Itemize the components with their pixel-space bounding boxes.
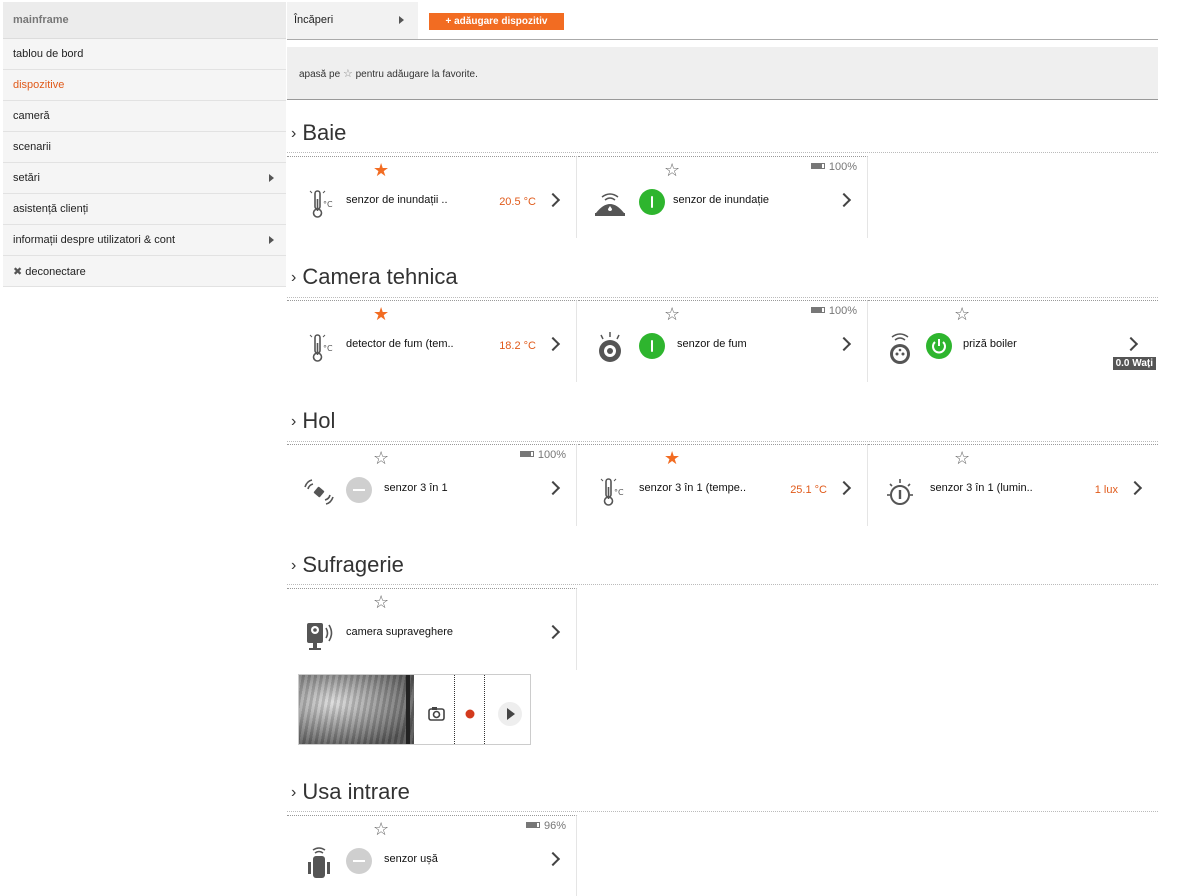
- room-title[interactable]: › Usa intrare: [291, 779, 410, 807]
- play-icon: [498, 702, 522, 726]
- device-card[interactable]: ☆ senzor 3 în 1 (lumin.. 1 lux: [868, 444, 1158, 526]
- room-title[interactable]: › Camera tehnica: [291, 264, 458, 292]
- star-outline-icon: ☆: [342, 68, 353, 80]
- camera-thumbnail[interactable]: [299, 675, 414, 744]
- top-bar: Încăperi + adăugare dispozitiv: [287, 2, 1158, 40]
- chevron-right-icon[interactable]: [545, 851, 561, 867]
- device-card[interactable]: ☆ priză boiler 0.0 Wați: [868, 300, 1158, 382]
- divider: [287, 441, 1158, 442]
- device-card[interactable]: ☆ 100% senzor de inundație: [578, 156, 868, 238]
- star-outline-icon[interactable]: ☆: [954, 449, 970, 467]
- chevron-right-icon[interactable]: [836, 192, 852, 208]
- expand-arrow-icon: [269, 174, 274, 182]
- chevron-right-icon: ›: [291, 557, 297, 574]
- chevron-right-icon: ›: [291, 784, 297, 801]
- door-sensor-icon: [308, 847, 330, 878]
- battery-icon: [810, 307, 825, 313]
- camera-snapshot-icon: [428, 707, 445, 721]
- chevron-right-icon[interactable]: [545, 192, 561, 208]
- record-button[interactable]: [455, 675, 485, 744]
- star-outline-icon[interactable]: ☆: [664, 305, 680, 323]
- chevron-right-icon[interactable]: [1123, 336, 1139, 352]
- star-outline-icon[interactable]: ☆: [954, 305, 970, 323]
- sidebar-item-devices[interactable]: dispozitive: [3, 70, 286, 101]
- favorites-hint: apasă pe ☆ pentru adăugare la favorite.: [287, 47, 1158, 100]
- light-sensor-icon: [887, 479, 913, 505]
- chevron-right-icon[interactable]: [545, 480, 561, 496]
- chevron-right-icon[interactable]: [1127, 480, 1143, 496]
- sidebar-item-support[interactable]: asistență clienți: [3, 194, 286, 225]
- flood-sensor-icon: [595, 193, 625, 216]
- star-outline-icon[interactable]: ☆: [373, 820, 389, 838]
- battery-icon: [519, 451, 534, 457]
- chevron-right-icon[interactable]: [545, 624, 561, 640]
- thermometer-icon: °C: [600, 478, 624, 506]
- chevron-right-icon: ›: [291, 125, 297, 142]
- snapshot-button[interactable]: [417, 675, 455, 744]
- expand-arrow-icon: [269, 236, 274, 244]
- power-toggle[interactable]: [926, 333, 952, 359]
- star-outline-icon[interactable]: ☆: [664, 161, 680, 179]
- power-icon: [932, 339, 946, 354]
- motion-sensor-icon: [304, 479, 334, 505]
- svg-text:°C: °C: [614, 488, 624, 497]
- star-filled-icon[interactable]: ★: [664, 449, 680, 467]
- sidebar: mainframe tablou de bord dispozitive cam…: [3, 2, 286, 287]
- divider: [287, 811, 1158, 812]
- sidebar-item-scenarios[interactable]: scenarii: [3, 132, 286, 163]
- svg-text:°C: °C: [323, 200, 333, 209]
- toggle-switch[interactable]: [639, 333, 665, 359]
- thermometer-icon: °C: [309, 334, 333, 362]
- star-filled-icon[interactable]: ★: [373, 305, 389, 323]
- chevron-right-icon: ›: [291, 269, 297, 286]
- divider: [287, 584, 1158, 585]
- device-card[interactable]: ☆ 100% senzor de fum: [578, 300, 868, 382]
- device-card[interactable]: ☆ 100% senzor 3 în 1: [287, 444, 577, 526]
- chevron-right-icon[interactable]: [545, 336, 561, 352]
- star-filled-icon[interactable]: ★: [373, 161, 389, 179]
- divider: [287, 152, 1158, 153]
- device-card[interactable]: ★ °C senzor 3 în 1 (tempe.. 25.1 °C: [578, 444, 868, 526]
- sidebar-item-room[interactable]: cameră: [3, 101, 286, 132]
- star-outline-icon[interactable]: ☆: [373, 593, 389, 611]
- sidebar-item-dashboard[interactable]: tablou de bord: [3, 39, 286, 70]
- battery-icon: [810, 163, 825, 169]
- chevron-right-icon[interactable]: [836, 336, 852, 352]
- rooms-dropdown[interactable]: Încăperi: [287, 2, 418, 39]
- room-title[interactable]: › Hol: [291, 408, 335, 436]
- add-device-button[interactable]: + adăugare dispozitiv: [429, 13, 564, 30]
- device-card[interactable]: ☆ camera supraveghere: [287, 588, 577, 670]
- smart-plug-icon: [890, 333, 910, 364]
- sidebar-item-logout[interactable]: ✖ deconectare: [3, 256, 286, 287]
- sidebar-item-settings[interactable]: setări: [3, 163, 286, 194]
- chevron-right-icon[interactable]: [836, 480, 852, 496]
- power-reading-badge: 0.0 Wați: [1112, 357, 1156, 370]
- camera-preview: [298, 674, 531, 745]
- toggle-switch[interactable]: [346, 848, 372, 874]
- play-button[interactable]: [493, 675, 531, 744]
- caret-right-icon: [399, 16, 404, 24]
- device-card[interactable]: ★ °C detector de fum (tem.. 18.2 °C: [287, 300, 577, 382]
- device-card[interactable]: ★ °C senzor de inundații .. 20.5 °C: [287, 156, 577, 238]
- room-title[interactable]: › Baie: [291, 120, 346, 148]
- room-title[interactable]: › Sufragerie: [291, 552, 404, 580]
- sidebar-item-account[interactable]: informații despre utilizatori & cont: [3, 225, 286, 256]
- toggle-switch[interactable]: [639, 189, 665, 215]
- chevron-right-icon: ›: [291, 413, 297, 430]
- record-icon: [465, 709, 475, 719]
- smoke-detector-icon: [599, 332, 621, 362]
- sidebar-header: mainframe: [3, 2, 286, 39]
- divider: [287, 297, 1158, 298]
- device-card[interactable]: ☆ 96% senzor ușă: [287, 815, 577, 896]
- camera-icon: [307, 623, 333, 650]
- close-icon: ✖: [13, 266, 23, 278]
- svg-text:°C: °C: [323, 344, 333, 353]
- toggle-switch[interactable]: [346, 477, 372, 503]
- star-outline-icon[interactable]: ☆: [373, 449, 389, 467]
- thermometer-icon: °C: [309, 190, 333, 218]
- battery-icon: [525, 822, 540, 828]
